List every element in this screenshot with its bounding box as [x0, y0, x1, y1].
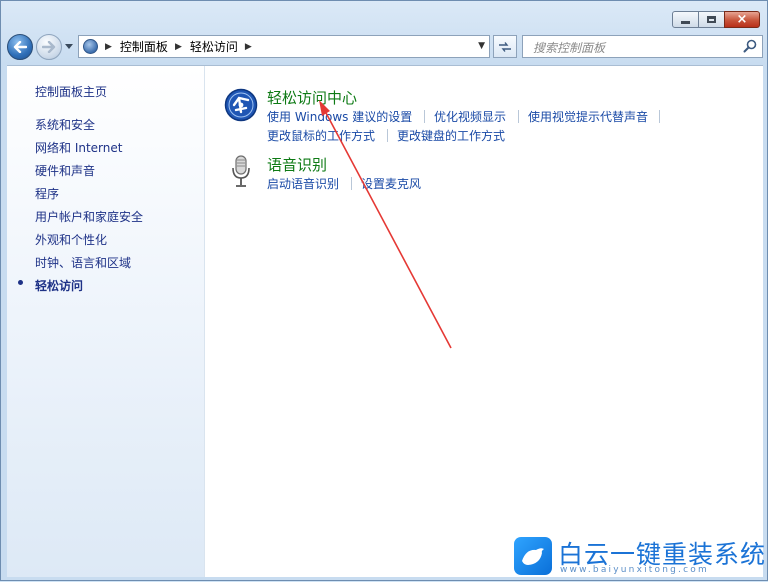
breadcrumb-control-panel[interactable]: 控制面板 — [120, 38, 168, 55]
task-setup-microphone[interactable]: 设置麦克风 — [361, 175, 421, 192]
sidebar: 控制面板主页 系统和安全 网络和 Internet 硬件和声音 程序 用户帐户和… — [7, 66, 205, 577]
sidebar-item-programs[interactable]: 程序 — [35, 185, 59, 202]
navigation-bar: ▶ 控制面板 ▶ 轻松访问 ▶ ▼ — [7, 34, 763, 60]
sidebar-item-appearance[interactable]: 外观和个性化 — [35, 231, 107, 248]
close-button[interactable]: × — [724, 11, 760, 28]
forward-arrow-icon — [42, 41, 56, 53]
task-start-speech-recognition[interactable]: 启动语音识别 — [267, 175, 339, 192]
minimize-icon — [681, 21, 690, 24]
maximize-button[interactable] — [698, 11, 725, 28]
caption-buttons: × — [672, 11, 760, 28]
task-visual-cues[interactable]: 使用视觉提示代替声音 — [528, 108, 648, 125]
control-panel-icon — [83, 39, 98, 54]
close-icon: × — [736, 12, 748, 27]
active-item-bullet-icon — [18, 280, 23, 285]
task-separator — [387, 129, 388, 142]
sidebar-item-network-internet[interactable]: 网络和 Internet — [35, 139, 122, 156]
watermark-url: www.baiyunxitong.com — [560, 565, 709, 575]
refresh-button[interactable] — [493, 35, 517, 58]
sidebar-item-clock-language-region[interactable]: 时钟、语言和区域 — [35, 254, 131, 271]
bird-logo-icon — [514, 537, 552, 575]
task-separator — [424, 110, 425, 123]
breadcrumb-separator-icon[interactable]: ▶ — [105, 42, 112, 52]
sidebar-item-hardware-sound[interactable]: 硬件和声音 — [35, 162, 95, 179]
address-dropdown-icon[interactable]: ▼ — [478, 41, 485, 51]
control-panel-window: × ▶ 控制面板 ▶ 轻松访问 ▶ ▼ 搜索控制面板 控制面板主页 系统和安全 … — [0, 0, 768, 581]
search-icon[interactable] — [743, 39, 757, 53]
category-title-speech-recognition[interactable]: 语音识别 — [267, 154, 327, 175]
maximize-icon — [707, 16, 716, 23]
breadcrumb-separator-icon[interactable]: ▶ — [175, 42, 182, 52]
forward-button[interactable] — [36, 34, 62, 60]
back-arrow-icon — [13, 41, 27, 53]
task-separator — [518, 110, 519, 123]
minimize-button[interactable] — [672, 11, 699, 28]
address-bar[interactable]: ▶ 控制面板 ▶ 轻松访问 ▶ ▼ — [78, 35, 490, 58]
sidebar-item-user-accounts[interactable]: 用户帐户和家庭安全 — [35, 208, 143, 225]
search-input[interactable] — [531, 39, 735, 56]
sidebar-item-control-panel-home[interactable]: 控制面板主页 — [35, 83, 107, 100]
sidebar-item-ease-of-access: 轻松访问 — [35, 279, 84, 293]
recent-pages-button[interactable] — [64, 41, 74, 53]
task-optimize-display[interactable]: 优化视频显示 — [434, 108, 506, 125]
task-separator — [351, 177, 352, 190]
chevron-down-icon — [65, 44, 73, 49]
sidebar-item-system-security[interactable]: 系统和安全 — [35, 116, 95, 133]
microphone-icon[interactable] — [230, 154, 252, 190]
breadcrumb-separator-icon[interactable]: ▶ — [245, 42, 252, 52]
watermark: 白云一键重装系统 www.baiyunxitong.com — [514, 537, 765, 579]
task-change-keyboard[interactable]: 更改键盘的工作方式 — [397, 127, 505, 144]
main-panel: 轻松访问中心 使用 Windows 建议的设置 优化视频显示 使用视觉提示代替声… — [206, 66, 763, 577]
ease-of-access-icon[interactable] — [224, 88, 258, 122]
breadcrumb-ease-of-access[interactable]: 轻松访问 — [190, 38, 238, 55]
content-area: 控制面板主页 系统和安全 网络和 Internet 硬件和声音 程序 用户帐户和… — [7, 65, 763, 577]
task-separator — [659, 110, 660, 123]
task-use-recommended-settings[interactable]: 使用 Windows 建议的设置 — [267, 108, 412, 125]
category-title-ease-of-access-center[interactable]: 轻松访问中心 — [267, 87, 357, 108]
back-button[interactable] — [7, 34, 33, 60]
search-box[interactable] — [522, 35, 763, 58]
refresh-icon — [499, 41, 511, 52]
task-change-mouse[interactable]: 更改鼠标的工作方式 — [267, 127, 375, 144]
